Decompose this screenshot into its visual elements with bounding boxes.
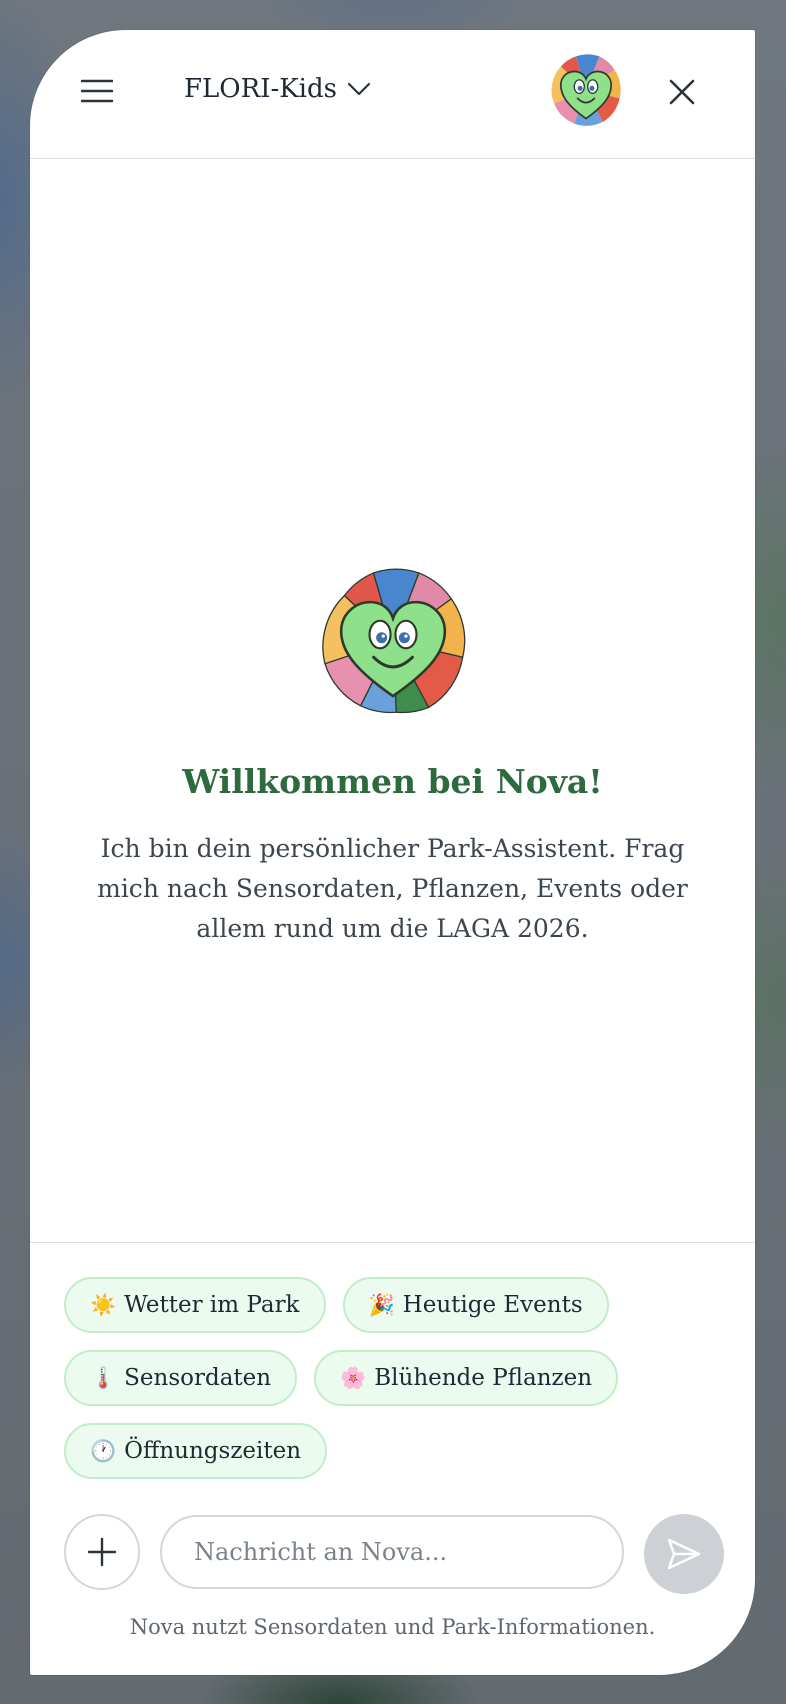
plus-icon	[87, 1537, 117, 1567]
send-icon	[667, 1538, 701, 1570]
chip-label: Blühende Pflanzen	[374, 1365, 593, 1391]
nova-avatar-icon	[551, 54, 621, 126]
resize-grip-icon[interactable]	[729, 1649, 751, 1671]
party-icon: 🎉	[368, 1292, 395, 1317]
chip-label: Heutige Events	[402, 1292, 583, 1318]
chip-label: Öffnungszeiten	[124, 1438, 302, 1464]
message-input[interactable]	[160, 1515, 624, 1589]
welcome-description: Ich bin dein persönlicher Park-Assistent…	[97, 834, 688, 943]
close-button[interactable]	[666, 76, 698, 108]
send-button[interactable]	[644, 1514, 724, 1594]
menu-button[interactable]	[80, 74, 114, 108]
chip-label: Sensordaten	[124, 1365, 272, 1391]
app-title: FLORI-Kids	[184, 74, 337, 104]
chip-row: ☀️ Wetter im Park 🎉 Heutige Events	[64, 1277, 735, 1333]
suggestion-chip-plants[interactable]: 🌸 Blühende Pflanzen	[314, 1350, 619, 1406]
welcome-title: Willkommen bei Nova!	[182, 762, 603, 801]
attach-button[interactable]	[64, 1514, 140, 1590]
chip-label: Wetter im Park	[124, 1292, 300, 1318]
chat-header: FLORI-Kids	[30, 30, 755, 159]
clock-icon: 🕐	[90, 1438, 117, 1463]
hamburger-menu-icon	[81, 79, 113, 103]
welcome-section: Willkommen bei Nova! Ich bin dein persön…	[30, 560, 755, 949]
chevron-down-icon	[347, 82, 371, 96]
suggestion-chip-opening-hours[interactable]: 🕐 Öffnungszeiten	[64, 1423, 328, 1479]
chip-row: 🕐 Öffnungszeiten	[64, 1423, 735, 1479]
message-composer	[64, 1514, 724, 1594]
close-icon	[669, 79, 695, 105]
chip-row: 🌡️ Sensordaten 🌸 Blühende Pflanzen	[64, 1350, 735, 1406]
thermometer-icon: 🌡️	[90, 1365, 117, 1390]
blossom-icon: 🌸	[340, 1365, 367, 1390]
composer-divider	[30, 1242, 755, 1243]
sun-icon: ☀️	[90, 1292, 117, 1317]
suggestion-chip-sensordata[interactable]: 🌡️ Sensordaten	[64, 1350, 298, 1406]
chat-panel: FLORI-Kids Willkommen bei Nova! Ich bin …	[30, 30, 755, 1675]
app-switcher-dropdown[interactable]: FLORI-Kids	[184, 74, 371, 104]
suggestion-chips: ☀️ Wetter im Park 🎉 Heutige Events 🌡️ Se…	[64, 1277, 735, 1496]
nova-mascot-image	[321, 568, 465, 714]
footer-disclaimer: Nova nutzt Sensordaten und Park-Informat…	[129, 1615, 656, 1639]
suggestion-chip-events[interactable]: 🎉 Heutige Events	[342, 1277, 609, 1333]
suggestion-chip-weather[interactable]: ☀️ Wetter im Park	[64, 1277, 326, 1333]
